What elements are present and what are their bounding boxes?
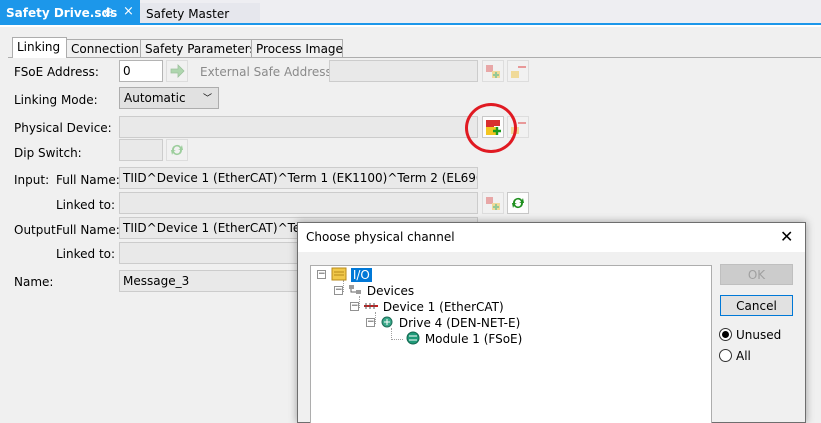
output-linked-to-label: Linked to:	[56, 247, 116, 261]
ethercat-device-icon	[364, 303, 378, 309]
input-linked-to-label: Linked to:	[56, 198, 116, 212]
dialog-title: Choose physical channel	[306, 230, 455, 244]
doc-tab-title: Safety Drive.sds	[6, 6, 118, 20]
channel-tree[interactable]: − I/O − Devices − Device 1 (EtherCAT) − …	[310, 265, 712, 423]
unused-radio[interactable]	[719, 328, 732, 341]
module-icon	[406, 331, 420, 345]
linking-mode-label: Linking Mode:	[14, 93, 98, 107]
cancel-button[interactable]: Cancel	[720, 295, 793, 316]
doc-tab-safety-drive[interactable]: Safety Drive.sds ⊕ ×	[0, 0, 140, 25]
all-radio[interactable]	[719, 349, 732, 362]
collapse-icon[interactable]: −	[366, 318, 375, 327]
dip-switch-label: Dip Switch:	[14, 146, 82, 160]
output-full-name-label: Full Name:	[56, 223, 120, 237]
physical-device-label: Physical Device:	[14, 121, 112, 135]
devices-icon	[349, 285, 361, 294]
tree-item-io[interactable]: I/O	[331, 267, 372, 283]
external-safe-address-input[interactable]	[329, 60, 478, 82]
link-add-icon	[486, 65, 500, 78]
choose-physical-channel-dialog: Choose physical channel ✕ − I/O − Device…	[297, 222, 806, 423]
tree-item-module-1[interactable]: Module 1 (FSoE)	[405, 331, 522, 347]
remove-link-button[interactable]	[507, 60, 529, 82]
dip-switch-input[interactable]	[119, 139, 163, 161]
tree-item-device-1[interactable]: Device 1 (EtherCAT)	[363, 299, 504, 315]
tab-connection[interactable]: Connection	[66, 39, 141, 57]
tree-item-drive-4[interactable]: Drive 4 (DEN-NET-E)	[379, 315, 520, 331]
input-full-name-label: Full Name:	[56, 173, 120, 187]
arrow-right-icon	[170, 64, 185, 78]
tab-safety-parameters[interactable]: Safety Parameters	[140, 39, 256, 57]
apply-arrow-button[interactable]	[166, 60, 188, 82]
document-tab-bar: Safety Drive.sds ⊕ × Safety Master	[0, 0, 821, 25]
link-remove-icon	[511, 66, 526, 78]
refresh-input-button[interactable]	[507, 192, 529, 214]
linking-mode-select[interactable]: Automatic ﹀	[119, 87, 219, 109]
output-label: Output:	[14, 223, 60, 237]
add-link-button[interactable]	[482, 60, 504, 82]
tree-item-label: Devices	[366, 284, 415, 298]
fsoe-address-input[interactable]: 0	[119, 60, 163, 82]
dialog-title-bar: Choose physical channel ✕	[298, 223, 805, 252]
unused-radio-label: Unused	[736, 328, 782, 342]
collapse-icon[interactable]: −	[334, 286, 343, 295]
all-radio-label: All	[736, 349, 751, 363]
input-linked-to-field[interactable]	[119, 192, 478, 214]
collapse-icon[interactable]: −	[317, 270, 326, 279]
tab-process-image[interactable]: Process Image	[251, 39, 343, 57]
fsoe-address-label: FSoE Address:	[14, 65, 99, 79]
tree-item-label: I/O	[350, 268, 372, 282]
tree-item-label: Module 1 (FSoE)	[424, 332, 523, 346]
input-label: Input:	[14, 173, 50, 187]
refresh-icon	[171, 145, 183, 155]
external-safe-address-label: External Safe Address:	[200, 65, 336, 79]
chevron-down-icon: ﹀	[202, 94, 212, 104]
refresh-dip-switch-button[interactable]	[166, 139, 188, 161]
pin-icon[interactable]: ⊕	[104, 5, 114, 19]
doc-tab-safety-master[interactable]: Safety Master	[140, 3, 260, 23]
input-full-name-field[interactable]: TIID^Device 1 (EtherCAT)^Term 1 (EK1100)…	[119, 167, 478, 189]
close-icon[interactable]: ✕	[780, 227, 793, 246]
name-label: Name:	[14, 275, 54, 289]
tree-item-devices[interactable]: Devices	[347, 283, 414, 299]
link-add-icon	[486, 197, 500, 210]
add-input-link-button[interactable]	[482, 192, 504, 214]
ok-button[interactable]: OK	[720, 264, 793, 285]
physical-device-input[interactable]	[119, 116, 478, 138]
tree-item-label: Device 1 (EtherCAT)	[382, 300, 504, 314]
highlight-circle	[465, 103, 517, 153]
close-icon[interactable]: ×	[123, 4, 134, 19]
tab-linking[interactable]: Linking	[12, 37, 67, 58]
linking-mode-value: Automatic	[124, 91, 186, 105]
collapse-icon[interactable]: −	[350, 302, 359, 311]
doc-tab-title: Safety Master	[146, 7, 230, 21]
refresh-icon	[512, 198, 524, 208]
io-folder-icon	[331, 267, 347, 281]
tree-item-label: Drive 4 (DEN-NET-E)	[398, 316, 521, 330]
drive-icon	[381, 316, 393, 328]
